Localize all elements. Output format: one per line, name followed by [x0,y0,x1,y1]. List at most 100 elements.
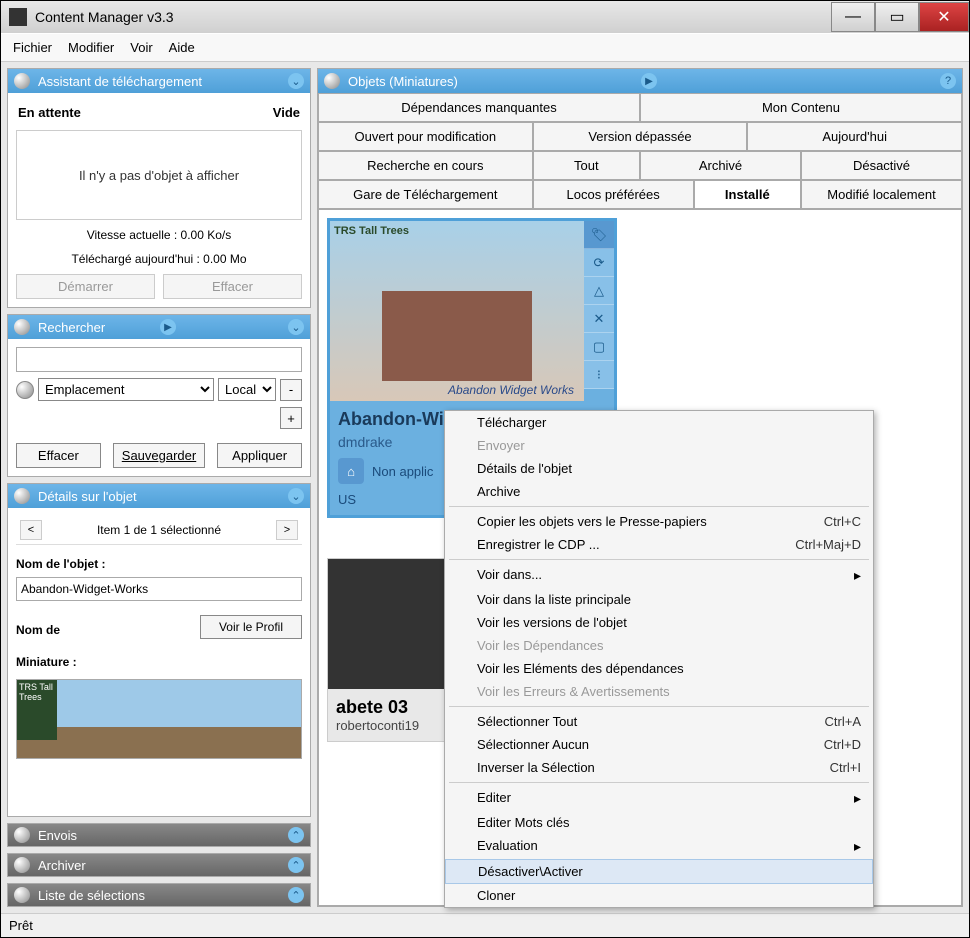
collapse-icon[interactable]: ⌄ [288,488,304,504]
menubar: Fichier Modifier Voir Aide [1,33,969,62]
play-icon[interactable]: ▶ [160,319,176,335]
status-text: Prêt [9,918,33,933]
tab-installed[interactable]: Installé [694,180,801,209]
statusbar: Prêt [1,913,969,937]
nav-label: Item 1 de 1 sélectionné [48,523,270,537]
search-panel-title: Rechercher [38,320,150,335]
picklist-panel[interactable]: Liste de sélections⌃ [7,883,311,907]
trs-badge: TRS Tall Trees [17,680,57,740]
thumbnail-preview: TRS Tall Trees [16,679,302,759]
menu-view[interactable]: Voir [130,40,152,55]
tab-today[interactable]: Aujourd'hui [747,122,962,151]
download-assistant-panel: Assistant de téléchargement ⌄ En attente… [7,68,311,308]
ctx-details[interactable]: Détails de l'objet [445,457,873,480]
collapse-icon[interactable]: ⌄ [288,73,304,89]
globe-icon[interactable] [16,381,34,399]
globe-icon [14,488,30,504]
ctx-toggle-enable[interactable]: Désactiver\Activer [445,859,873,884]
tag-icon[interactable]: 🏷 [584,221,614,249]
download-status: En attente [18,105,81,120]
tools-icon[interactable]: ✕ [584,305,614,333]
ctx-copy[interactable]: Copier les objets vers le Presse-papiers… [445,510,873,533]
help-icon[interactable]: ? [940,73,956,89]
ctx-view-dep-elems[interactable]: Voir les Eléments des dépendances [445,657,873,680]
download-start-button[interactable]: Démarrer [16,274,155,299]
tab-outdated[interactable]: Version dépassée [533,122,748,151]
ctx-select-none[interactable]: Sélectionner AucunCtrl+D [445,733,873,756]
download-queue-empty: Il n'y a pas d'objet à afficher [16,130,302,220]
ctx-clone[interactable]: Cloner [445,884,873,907]
ctx-view-main[interactable]: Voir dans la liste principale [445,588,873,611]
warning-icon[interactable]: △ [584,277,614,305]
ctx-evaluation[interactable]: Evaluation [445,834,873,859]
tab-favlocos[interactable]: Locos préférées [533,180,694,209]
object-name-label: Nom de l'objet : [16,557,302,571]
play-icon[interactable]: ▶ [641,73,657,89]
ctx-view-in[interactable]: Voir dans... [445,563,873,588]
ctx-invert-selection[interactable]: Inverser la SélectionCtrl+I [445,756,873,779]
titlebar: Content Manager v3.3 — ▭ ✕ [1,1,969,33]
search-input[interactable] [16,347,302,372]
tab-my-content[interactable]: Mon Contenu [640,93,962,122]
tab-missing-deps[interactable]: Dépendances manquantes [318,93,640,122]
globe-icon [14,827,30,843]
box-icon[interactable]: ▢ [584,333,614,361]
download-today: Téléchargé aujourd'hui : 0.00 Mo [16,250,302,268]
ctx-download[interactable]: Télécharger [445,411,873,434]
tab-disabled[interactable]: Désactivé [801,151,962,180]
nav-next-button[interactable]: > [276,520,298,540]
nav-prev-button[interactable]: < [20,520,42,540]
download-empty-label: Vide [273,105,300,120]
search-clear-button[interactable]: Effacer [16,443,101,468]
globe-icon [324,73,340,89]
globe-icon [14,319,30,335]
add-criterion-button[interactable]: + [280,407,302,429]
search-apply-button[interactable]: Appliquer [217,443,302,468]
misc-icon[interactable]: ⁝ [584,361,614,389]
ctx-view-versions[interactable]: Voir les versions de l'objet [445,611,873,634]
maximize-button[interactable]: ▭ [875,2,919,32]
download-panel-title: Assistant de téléchargement [38,74,288,89]
archive-panel[interactable]: Archiver⌃ [7,853,311,877]
view-profile-button[interactable]: Voir le Profil [200,615,302,639]
collapse-icon[interactable]: ⌄ [288,319,304,335]
expand-icon[interactable]: ⌃ [288,857,304,873]
ctx-select-all[interactable]: Sélectionner ToutCtrl+A [445,710,873,733]
ctx-edit-keywords[interactable]: Editer Mots clés [445,811,873,834]
app-icon [9,8,27,26]
ctx-view-deps: Voir les Dépendances [445,634,873,657]
search-scope-select[interactable]: Local [218,378,276,401]
expand-icon[interactable]: ⌃ [288,887,304,903]
minimize-button[interactable]: — [831,2,875,32]
remove-criterion-button[interactable]: - [280,379,302,401]
download-clear-button[interactable]: Effacer [163,274,302,299]
object-name-input[interactable] [16,577,302,601]
menu-edit[interactable]: Modifier [68,40,114,55]
ctx-archive[interactable]: Archive [445,480,873,503]
ctx-edit[interactable]: Editer [445,786,873,811]
search-save-button[interactable]: Sauvegarder [113,443,205,468]
tab-all[interactable]: Tout [533,151,640,180]
tab-open-edit[interactable]: Ouvert pour modification [318,122,533,151]
tab-localmod[interactable]: Modifié localement [801,180,962,209]
author-label: Nom de [16,623,60,637]
close-button[interactable]: ✕ [919,2,969,32]
refresh-icon[interactable]: ⟳ [584,249,614,277]
download-speed: Vitesse actuelle : 0.00 Ko/s [16,226,302,244]
sends-panel[interactable]: Envois⌃ [7,823,311,847]
tab-searching[interactable]: Recherche en cours [318,151,533,180]
globe-icon [14,887,30,903]
filter-tabs: Dépendances manquantes Mon Contenu Ouver… [318,93,962,209]
tab-dls[interactable]: Gare de Téléchargement [318,180,533,209]
menu-file[interactable]: Fichier [13,40,52,55]
context-menu: Télécharger Envoyer Détails de l'objet A… [444,410,874,908]
search-field-select[interactable]: Emplacement [38,378,214,401]
house-icon: ⌂ [338,458,364,484]
expand-icon[interactable]: ⌃ [288,827,304,843]
menu-help[interactable]: Aide [169,40,195,55]
details-panel: Détails sur l'objet ⌄ < Item 1 de 1 séle… [7,483,311,817]
thumbnail-label: Miniature : [16,655,302,669]
main-panel-title: Objets (Miniatures) [348,74,631,89]
tab-archived[interactable]: Archivé [640,151,801,180]
ctx-save-cdp[interactable]: Enregistrer le CDP ...Ctrl+Maj+D [445,533,873,556]
